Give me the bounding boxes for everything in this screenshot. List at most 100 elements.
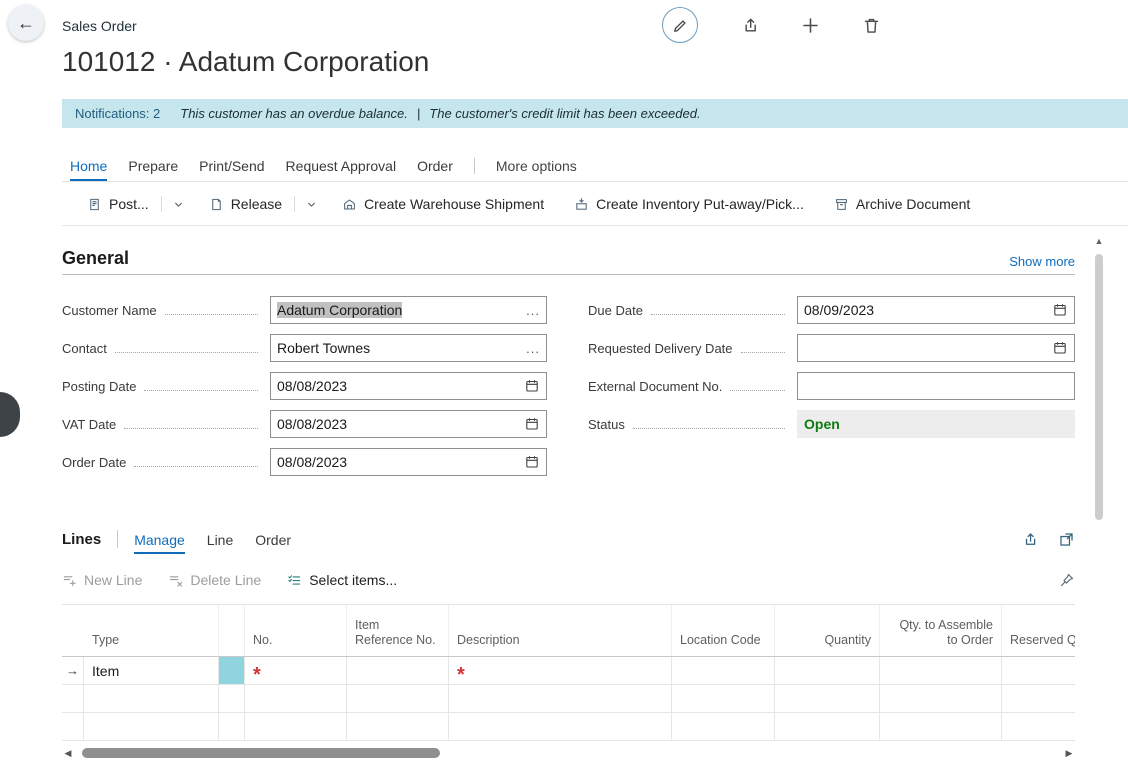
contact-lookup-button[interactable]: ... [518, 341, 540, 356]
share-icon[interactable] [1021, 531, 1038, 548]
column-header-item-reference-no[interactable]: Item Reference No. [347, 605, 449, 656]
calendar-icon[interactable] [1052, 340, 1068, 356]
more-options-button[interactable]: More options [496, 158, 577, 181]
qty-to-assemble-cell[interactable] [880, 713, 1002, 740]
quantity-cell[interactable] [775, 657, 880, 684]
release-dropdown-button[interactable] [305, 198, 318, 211]
qty-to-assemble-cell[interactable] [880, 685, 1002, 712]
tab-order[interactable]: Order [417, 158, 453, 181]
customer-name-input[interactable]: Adatum Corporation ... [270, 296, 547, 324]
item-reference-no-cell[interactable] [347, 685, 449, 712]
vertical-scrollbar[interactable]: ▲ [1092, 232, 1106, 780]
vat-date-input[interactable]: 08/08/2023 [270, 410, 547, 438]
post-dropdown-button[interactable] [172, 198, 185, 211]
row-selector-cell[interactable] [62, 713, 84, 740]
notifications-count-link[interactable]: Notifications: 2 [75, 106, 160, 121]
horizontal-scrollbar[interactable]: ◀ ▶ [62, 745, 1075, 761]
scroll-up-icon[interactable]: ▲ [1092, 236, 1106, 246]
type-cell[interactable]: Item [84, 657, 219, 684]
reserved-quantity-cell[interactable] [1002, 685, 1075, 712]
create-inventory-putaway-pick-button[interactable]: Create Inventory Put-away/Pick... [574, 196, 804, 212]
delete-line-button: Delete Line [168, 572, 261, 588]
lines-tab-line[interactable]: Line [207, 532, 233, 554]
item-reference-no-cell[interactable] [347, 657, 449, 684]
no-cell[interactable]: * [245, 657, 347, 684]
spacer-cell[interactable] [219, 685, 245, 712]
location-code-cell[interactable] [672, 657, 775, 684]
table-row: → Item * * [62, 657, 1075, 685]
calendar-icon[interactable] [1052, 302, 1068, 318]
vertical-scrollbar-thumb[interactable] [1095, 254, 1103, 520]
new-line-label: New Line [84, 572, 143, 588]
calendar-icon[interactable] [524, 416, 540, 432]
general-left-column: Customer Name Adatum Corporation ... Con… [62, 296, 547, 486]
sales-order-page: ← Sales Order 101012 · Adatum Corporatio… [0, 0, 1128, 780]
row-selector-cell[interactable]: → [62, 657, 84, 684]
pin-pane-icon[interactable] [1059, 572, 1075, 588]
no-cell[interactable] [245, 685, 347, 712]
calendar-icon[interactable] [524, 378, 540, 394]
reserved-quantity-cell[interactable] [1002, 657, 1075, 684]
lines-tab-manage[interactable]: Manage [134, 532, 185, 554]
release-button[interactable]: Release [209, 196, 282, 212]
location-code-cell[interactable] [672, 685, 775, 712]
external-document-no-input[interactable] [797, 372, 1075, 400]
requested-delivery-date-input[interactable] [797, 334, 1075, 362]
column-header-no[interactable]: No. [245, 605, 347, 656]
show-more-link[interactable]: Show more [1009, 254, 1075, 269]
post-button[interactable]: Post... [87, 196, 149, 212]
focused-cell-indicator[interactable] [219, 657, 245, 684]
share-icon [740, 16, 759, 35]
current-row-arrow-icon: → [66, 663, 79, 678]
scroll-right-icon[interactable]: ▶ [1063, 748, 1075, 759]
side-pane-handle[interactable] [0, 392, 20, 437]
calendar-icon[interactable] [524, 454, 540, 470]
back-button[interactable]: ← [8, 5, 44, 41]
tab-print-send[interactable]: Print/Send [199, 158, 264, 181]
quantity-cell[interactable] [775, 713, 880, 740]
posting-date-input[interactable]: 08/08/2023 [270, 372, 547, 400]
order-date-input[interactable]: 08/08/2023 [270, 448, 547, 476]
column-header-description[interactable]: Description [449, 605, 672, 656]
item-reference-no-cell[interactable] [347, 713, 449, 740]
create-warehouse-shipment-button[interactable]: Create Warehouse Shipment [342, 196, 544, 212]
due-date-input[interactable]: 08/09/2023 [797, 296, 1075, 324]
open-in-new-window-icon[interactable] [1058, 531, 1075, 548]
archive-document-button[interactable]: Archive Document [834, 196, 970, 212]
column-header-type[interactable]: Type [84, 605, 219, 656]
column-header-reserved-quantity[interactable]: Reserved Qu... [1002, 605, 1075, 656]
quantity-cell[interactable] [775, 685, 880, 712]
description-cell[interactable]: * [449, 657, 672, 684]
reserved-quantity-cell[interactable] [1002, 713, 1075, 740]
lines-tab-order[interactable]: Order [255, 532, 291, 554]
tab-prepare[interactable]: Prepare [128, 158, 178, 181]
customer-name-lookup-button[interactable]: ... [518, 303, 540, 318]
tab-request-approval[interactable]: Request Approval [286, 158, 397, 181]
description-cell[interactable] [449, 713, 672, 740]
contact-input[interactable]: Robert Townes ... [270, 334, 547, 362]
posting-date-field-row: Posting Date 08/08/2023 [62, 372, 547, 400]
release-icon [209, 197, 224, 212]
tab-home[interactable]: Home [70, 158, 108, 181]
column-header-location-code[interactable]: Location Code [672, 605, 775, 656]
row-selector-cell[interactable] [62, 685, 84, 712]
column-header-quantity[interactable]: Quantity [775, 605, 880, 656]
scroll-left-icon[interactable]: ◀ [62, 748, 74, 759]
notification-message-2: The customer's credit limit has been exc… [429, 106, 701, 121]
qty-to-assemble-cell[interactable] [880, 657, 1002, 684]
location-code-cell[interactable] [672, 713, 775, 740]
top-action-icons [662, 7, 881, 43]
edit-button[interactable] [662, 7, 698, 43]
new-document-button[interactable] [801, 16, 820, 35]
select-items-button[interactable]: Select items... [287, 572, 397, 588]
archive-document-label: Archive Document [855, 196, 971, 212]
delete-document-button[interactable] [862, 16, 881, 35]
spacer-cell[interactable] [219, 713, 245, 740]
description-cell[interactable] [449, 685, 672, 712]
column-header-qty-to-assemble[interactable]: Qty. to Assemble to Order [880, 605, 1002, 656]
share-button[interactable] [740, 16, 759, 35]
horizontal-scrollbar-thumb[interactable] [82, 748, 440, 758]
type-cell[interactable] [84, 713, 219, 740]
type-cell[interactable] [84, 685, 219, 712]
no-cell[interactable] [245, 713, 347, 740]
